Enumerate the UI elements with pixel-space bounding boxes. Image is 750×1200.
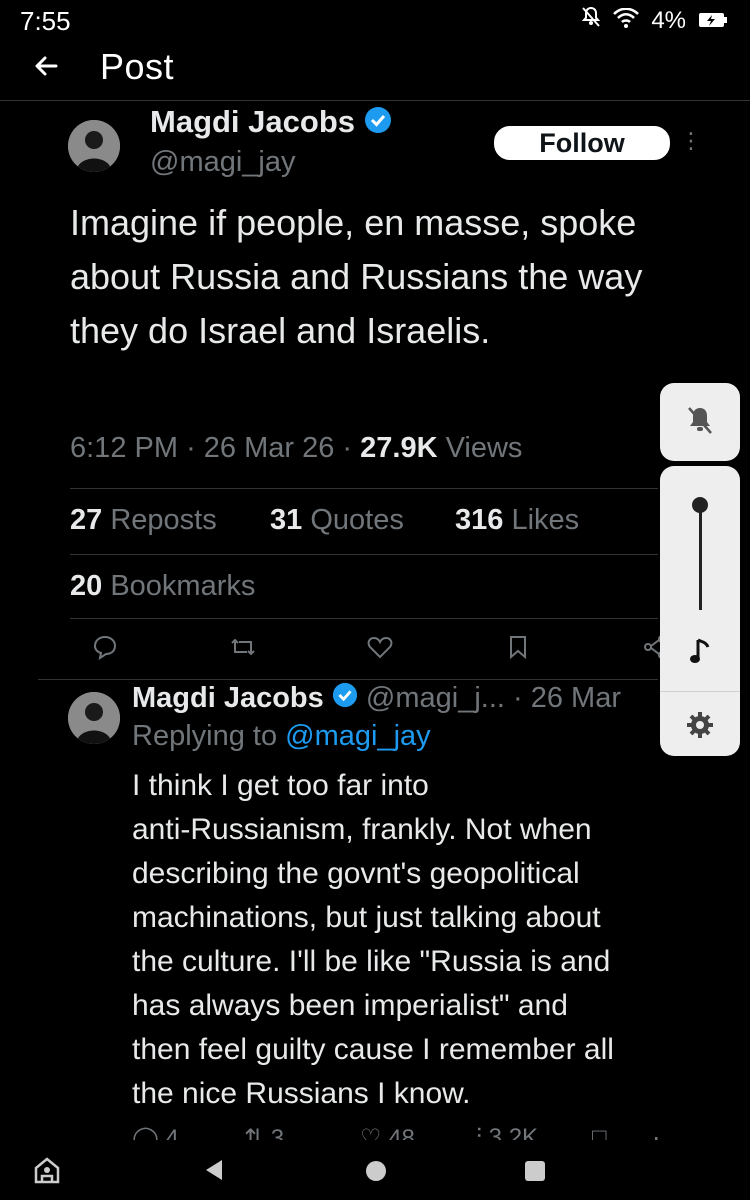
reply-header: Magdi Jacobs @magi_j... · 26 Mar (132, 682, 658, 716)
divider (70, 618, 658, 619)
nav-back-button[interactable] (202, 1158, 226, 1187)
reply-author-name[interactable]: Magdi Jacobs (132, 682, 324, 714)
reply-handle[interactable]: @magi_j... (366, 682, 505, 714)
views-count: 27.9K (360, 432, 438, 464)
ringer-off-icon (686, 405, 714, 440)
page-title: Post (100, 46, 175, 87)
reply-text-line: has always been imperialist" and (132, 989, 568, 1022)
post-handle[interactable]: @magi_jay (150, 146, 296, 179)
reply-text-line: describing the govnt's geopolitical (132, 857, 580, 890)
nav-recents-button[interactable] (524, 1160, 546, 1187)
divider (70, 554, 658, 555)
post-time: 6:12 PM (70, 432, 178, 464)
likes-stat[interactable]: 316 Likes (455, 504, 579, 536)
views-label: Views (445, 432, 523, 464)
status-bar: 7:55 4% (0, 0, 750, 40)
ringer-mute-button[interactable] (660, 383, 740, 461)
post-text: Imagine if people, en masse, spoke about… (70, 202, 643, 351)
wifi-icon (613, 7, 640, 35)
quotes-stat[interactable]: 31 Quotes (270, 504, 404, 536)
post-author-name[interactable]: Magdi Jacobs (150, 104, 355, 139)
reply-bookmark-icon[interactable]: □ (592, 1124, 607, 1140)
reply-date: · 26 Mar (513, 682, 621, 714)
divider (38, 679, 658, 680)
accessibility-icon[interactable] (33, 1156, 61, 1189)
reply-reply-count: 4 (165, 1125, 179, 1140)
reply-like-count: 48 (388, 1125, 415, 1140)
nav-home-button[interactable] (365, 1160, 387, 1187)
reply-avatar[interactable] (68, 692, 120, 744)
reply-views-icon[interactable]: ⫶ (476, 1124, 482, 1140)
bookmark-icon[interactable] (503, 632, 533, 667)
engagement-stats: 27 Reposts (70, 504, 217, 537)
reposts-stat[interactable]: 27 Reposts (70, 504, 217, 536)
quotes-stat-wrap: 31 Quotes (270, 504, 404, 537)
post-date: 26 Mar 26 (203, 432, 335, 464)
volume-thumb[interactable] (692, 497, 708, 513)
volume-slider[interactable] (660, 466, 740, 616)
reply-repost-icon[interactable]: ⇅ (244, 1125, 264, 1140)
replying-prefix: Replying to (132, 720, 278, 752)
reply-text-line: anti-Russianism, frankly. Not when (132, 813, 592, 846)
post-meta: 6:12 PM · 26 Mar 26 · 27.9K Views (70, 432, 523, 464)
divider (660, 691, 740, 692)
status-time: 7:55 (20, 6, 71, 36)
verified-badge-icon (332, 682, 358, 716)
bookmarks-stat[interactable]: 20 Bookmarks (70, 570, 255, 602)
battery-charging-icon (698, 7, 728, 35)
back-arrow-icon[interactable] (30, 50, 62, 82)
settings-gear-icon[interactable] (685, 710, 715, 745)
bookmarks-stat-wrap: 20 Bookmarks (70, 570, 255, 603)
reply-text-line: machinations, but just talking about (132, 901, 601, 934)
like-icon[interactable] (365, 632, 395, 667)
reply-text-line: the culture. I'll be like "Russia is and (132, 945, 611, 978)
avatar[interactable] (68, 120, 120, 172)
reply-text-line: then feel guilty cause I remember all (132, 1033, 614, 1066)
volume-track (699, 506, 702, 610)
status-icons: 4% (581, 6, 728, 35)
more-options-icon[interactable]: ⋮ (680, 128, 702, 154)
post-actions (90, 632, 670, 667)
reply-text-line: I think I get too far into (132, 769, 429, 802)
battery-text: 4% (651, 6, 686, 34)
reply-icon[interactable] (90, 632, 120, 667)
volume-panel (660, 466, 740, 756)
verified-badge-icon (364, 106, 392, 142)
post-author-row: Magdi Jacobs (150, 104, 392, 142)
music-note-icon[interactable] (688, 636, 712, 671)
notifications-off-icon (581, 6, 601, 35)
reply-share-icon[interactable]: ⋰ (644, 1124, 662, 1140)
divider (70, 488, 658, 489)
follow-button[interactable]: Follow (494, 126, 670, 160)
reply-actions: ◯ 4 ⇅ 3 ♡ 48 ⫶ 3.2K □ ⋰ (132, 1124, 662, 1140)
reply-reply-icon[interactable]: ◯ (132, 1125, 159, 1140)
reply-text: I think I get too far into anti-Russiani… (132, 764, 702, 1116)
reply-repost-count: 3 (270, 1125, 285, 1140)
repost-icon[interactable] (228, 632, 258, 667)
system-nav-bar (0, 1140, 750, 1200)
reply-like-icon[interactable]: ♡ (360, 1125, 382, 1140)
likes-stat-wrap: 316 Likes (455, 504, 579, 537)
replying-to: Replying to @magi_jay (132, 720, 431, 753)
replying-handle-link[interactable]: @magi_jay (285, 720, 431, 752)
reply-views-count: 3.2K (488, 1124, 539, 1140)
reply-text-line: the nice Russians I know. (132, 1077, 471, 1110)
